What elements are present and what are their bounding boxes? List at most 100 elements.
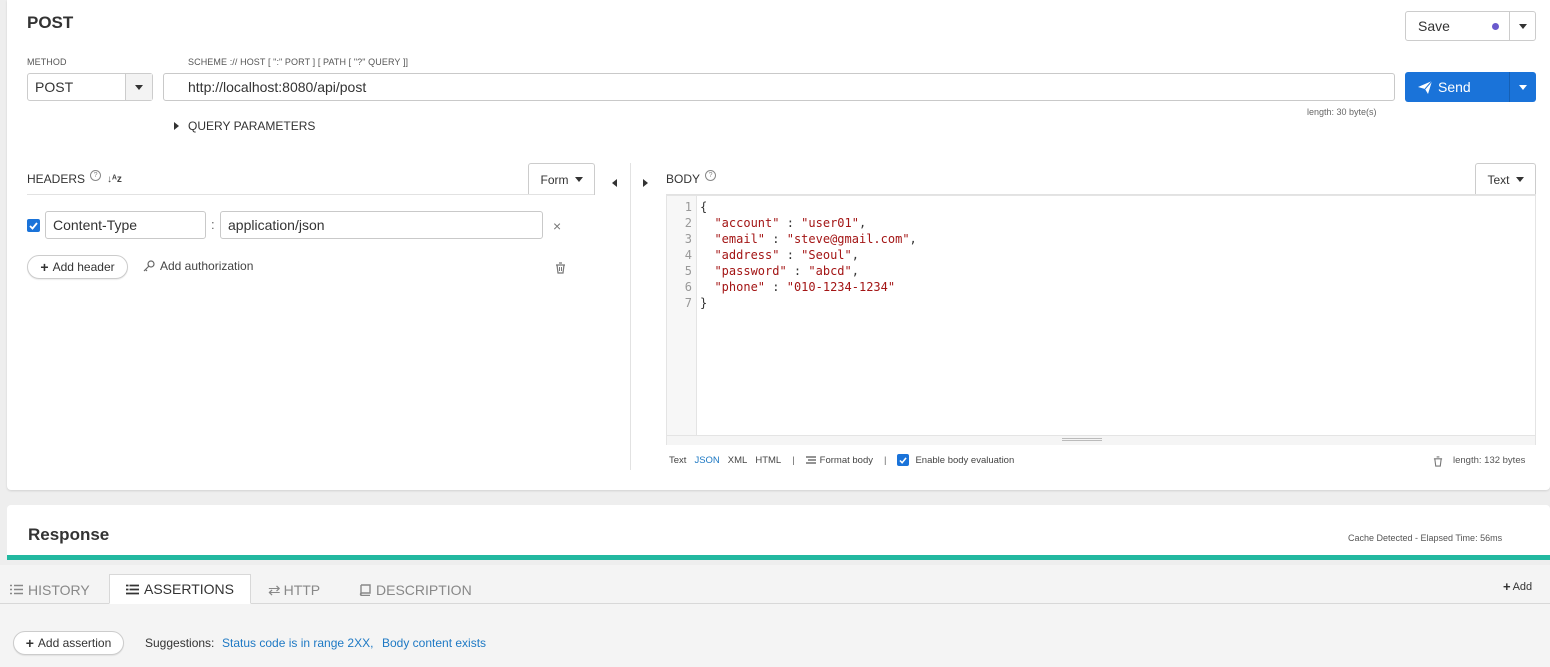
- response-title: Response: [28, 525, 110, 544]
- send-dropdown-button[interactable]: [1509, 72, 1536, 102]
- headers-title-row: HEADERS ? ↓ᴬz: [27, 169, 122, 186]
- method-value: POST: [35, 79, 74, 95]
- check-icon: [29, 221, 38, 230]
- remove-header-close-icon[interactable]: ×: [553, 218, 561, 234]
- header-value-input[interactable]: application/json: [220, 211, 543, 239]
- format-align-icon: [805, 455, 816, 464]
- add-assertion-label: Add assertion: [37, 636, 112, 650]
- body-mode-dropdown[interactable]: Text: [1475, 163, 1536, 195]
- code-line: 6 "phone" : "010-1234-1234": [667, 279, 917, 295]
- method-dropdown-toggle[interactable]: [125, 74, 152, 100]
- suggestion-body-exists-link[interactable]: Body content exists: [382, 636, 486, 650]
- headers-form-label: Form: [540, 172, 569, 187]
- code-text: "email" : "steve@gmail.com",: [714, 232, 917, 246]
- add-header-button[interactable]: + Add header: [27, 255, 128, 279]
- code-line: 2 "account" : "user01",: [667, 215, 917, 231]
- line-number: 5: [684, 264, 692, 278]
- header-enabled-checkbox[interactable]: [27, 219, 40, 232]
- body-length: length: 132 bytes: [1453, 455, 1526, 466]
- tab-history[interactable]: HISTORY: [10, 575, 90, 604]
- paper-plane-icon: [1418, 80, 1432, 94]
- line-number: 1: [684, 200, 692, 214]
- expand-right-arrow-icon[interactable]: [643, 174, 648, 192]
- code-line: 3 "email" : "steve@gmail.com",: [667, 231, 917, 247]
- suggestion-status-code-link[interactable]: Status code is in range 2XX,: [222, 636, 373, 650]
- book-icon: [359, 583, 371, 596]
- line-number: 3: [684, 232, 692, 246]
- list-icon: [10, 584, 23, 595]
- format-text-link[interactable]: Text: [669, 455, 686, 466]
- suggestions-label: Suggestions:: [145, 636, 215, 650]
- method-select[interactable]: POST: [27, 73, 153, 101]
- headers-title: HEADERS: [27, 172, 86, 186]
- format-links: Text JSON XML HTML: [669, 455, 781, 466]
- editor-resize-handle[interactable]: [667, 435, 1535, 445]
- code-line: 5 "password" : "abcd",: [667, 263, 917, 279]
- url-format-label: SCHEME :// HOST [ ":" PORT ] [ PATH [ "?…: [188, 57, 409, 67]
- code-line: 4 "address" : "Seoul",: [667, 247, 917, 263]
- panel-splitter[interactable]: [630, 163, 631, 470]
- add-authorization-label: Add authorization: [160, 259, 254, 273]
- code-text: }: [700, 296, 708, 310]
- line-number: 7: [684, 296, 692, 310]
- tab-assertions[interactable]: ASSERTIONS: [109, 574, 251, 604]
- exchange-arrows-icon: ⇄: [268, 581, 281, 599]
- line-number: 6: [684, 280, 692, 294]
- url-length: length: 30 byte(s): [1307, 107, 1377, 117]
- save-button[interactable]: Save: [1406, 18, 1492, 34]
- body-editor[interactable]: 1{2 "account" : "user01", 3 "email" : "st…: [666, 195, 1536, 445]
- code-lines: 1{2 "account" : "user01", 3 "email" : "st…: [667, 199, 917, 311]
- chevron-down-icon: [1518, 23, 1527, 29]
- query-parameters-toggle[interactable]: QUERY PARAMETERS: [174, 119, 315, 133]
- enable-body-eval-label: Enable body evaluation: [915, 454, 1015, 466]
- body-footer: Text JSON XML HTML | Format body | Enable b…: [669, 454, 1015, 466]
- response-status-bar: [7, 555, 1550, 560]
- key-icon: [143, 260, 155, 272]
- add-assertion-button[interactable]: + Add assertion: [13, 631, 124, 655]
- format-json-link[interactable]: JSON: [694, 455, 719, 466]
- clear-headers-trash-icon[interactable]: [555, 261, 566, 279]
- format-html-link[interactable]: HTML: [755, 455, 781, 466]
- query-parameters-label: QUERY PARAMETERS: [188, 119, 316, 133]
- help-icon[interactable]: ?: [90, 169, 102, 181]
- collapse-left-arrow-icon[interactable]: [612, 174, 617, 192]
- code-text: {: [700, 200, 708, 214]
- line-number: 2: [684, 216, 692, 230]
- clear-body-trash-icon[interactable]: [1433, 454, 1443, 472]
- method-label: METHOD: [27, 57, 67, 67]
- format-body-button[interactable]: Format body: [805, 455, 873, 466]
- assertions-list-icon: [126, 584, 139, 594]
- response-panel: [7, 505, 1550, 557]
- enable-body-eval-checkbox[interactable]: [897, 454, 910, 466]
- code-line: 1{: [667, 199, 917, 215]
- save-dropdown-button[interactable]: [1509, 12, 1535, 40]
- tab-description[interactable]: DESCRIPTION: [359, 575, 472, 604]
- plus-icon: +: [1503, 579, 1511, 594]
- body-title: BODY: [666, 172, 701, 186]
- code-text: "phone" : "010-1234-1234": [714, 280, 896, 294]
- help-icon[interactable]: ?: [705, 169, 717, 181]
- add-authorization-button[interactable]: Add authorization: [143, 259, 253, 273]
- chevron-down-icon: [574, 177, 583, 182]
- send-label: Send: [1438, 79, 1471, 95]
- headers-form-dropdown[interactable]: Form: [528, 163, 595, 195]
- add-header-label: Add header: [52, 260, 115, 274]
- plus-icon: +: [40, 259, 49, 275]
- header-separator: :: [211, 217, 215, 232]
- save-split-button: Save: [1405, 11, 1536, 41]
- body-title-row: BODY ?: [666, 169, 717, 186]
- header-name-input[interactable]: Content-Type: [45, 211, 206, 239]
- tab-http[interactable]: ⇄ HTTP: [268, 575, 320, 604]
- code-text: "account" : "user01",: [714, 216, 867, 230]
- format-xml-link[interactable]: XML: [728, 455, 748, 466]
- send-button[interactable]: Send: [1405, 79, 1509, 95]
- sort-alpha-icon[interactable]: ↓ᴬz: [107, 174, 122, 185]
- chevron-down-icon: [1519, 84, 1527, 90]
- chevron-right-icon: [174, 122, 179, 130]
- response-status: Cache Detected - Elapsed Time: 56ms: [1348, 533, 1503, 543]
- url-input[interactable]: http://localhost:8080/api/post: [163, 73, 1395, 101]
- add-tab-button[interactable]: + Add: [1503, 579, 1532, 594]
- line-number: 4: [684, 248, 692, 262]
- body-mode-label: Text: [1487, 172, 1510, 187]
- code-line: 7}: [667, 295, 917, 311]
